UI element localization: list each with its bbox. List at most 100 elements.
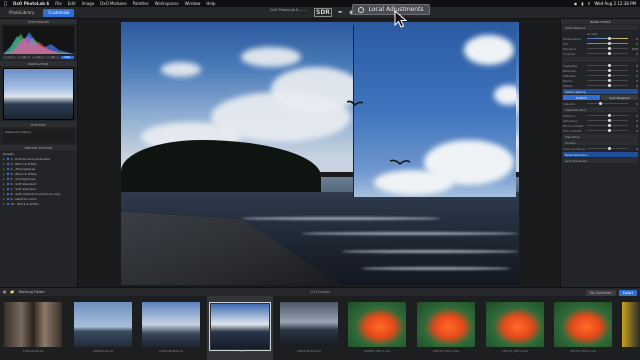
slider-value[interactable]: 0 bbox=[630, 42, 638, 46]
slider-knob[interactable] bbox=[607, 68, 611, 73]
highlights-slider[interactable] bbox=[587, 63, 628, 68]
folder-icon[interactable]: 📁 bbox=[10, 290, 14, 294]
preset-item[interactable]: ▸ 10 - Black & White bbox=[3, 201, 74, 206]
noise-reduction-header[interactable]: Noise Reduction bbox=[563, 152, 638, 157]
menu-clock[interactable]: Wed Aug 2 12:38 PM bbox=[594, 1, 636, 6]
contrast-slider[interactable] bbox=[587, 51, 628, 56]
channel-r[interactable]: R bbox=[17, 56, 31, 59]
sdr-toggle[interactable]: SDR bbox=[314, 8, 332, 17]
channel-l[interactable]: L bbox=[3, 56, 17, 59]
slider-value[interactable]: 0 bbox=[630, 79, 638, 83]
menu-edit[interactable]: Edit bbox=[68, 1, 76, 6]
menu-app-name[interactable]: DxO PhotoLab 6 bbox=[13, 1, 49, 6]
shadows-slider[interactable] bbox=[587, 73, 628, 78]
temperature-slider[interactable] bbox=[587, 36, 628, 41]
slider-value[interactable]: 0 bbox=[630, 37, 638, 41]
image-viewer[interactable] bbox=[78, 19, 560, 287]
fine-contrast-slider[interactable] bbox=[587, 128, 628, 133]
smart-lighting-header[interactable]: Smart Lighting bbox=[563, 89, 638, 94]
slider-knob[interactable] bbox=[607, 36, 611, 41]
tab-customize[interactable]: Customize bbox=[43, 8, 75, 17]
dropper-icon[interactable]: ✒ bbox=[338, 9, 343, 16]
mode-spot-button[interactable]: Spot Weighted bbox=[601, 95, 638, 100]
micro-contrast-slider[interactable] bbox=[587, 123, 628, 128]
thumbnail[interactable] bbox=[142, 302, 200, 347]
vignetting-header[interactable]: Vignetting bbox=[563, 134, 638, 139]
basic-tools-title[interactable]: BASIC TOOLS bbox=[561, 19, 640, 24]
thumbnail[interactable] bbox=[554, 302, 612, 347]
export-button[interactable]: Export bbox=[618, 289, 637, 296]
thumbnail[interactable] bbox=[4, 302, 62, 347]
color-rendering-slider[interactable] bbox=[587, 146, 628, 151]
slider-value[interactable]: 0 bbox=[630, 74, 638, 78]
slider-value[interactable]: 0 bbox=[630, 84, 638, 88]
tab-photolibrary[interactable]: PhotoLibrary bbox=[4, 9, 39, 17]
history-item[interactable]: Advanced history bbox=[5, 130, 31, 134]
slider-value[interactable]: 0 bbox=[630, 52, 638, 56]
wb-setting-dropdown[interactable]: As Shot bbox=[587, 32, 598, 36]
slider-value[interactable]: 0 bbox=[630, 114, 638, 118]
saturation-slider[interactable] bbox=[587, 118, 628, 123]
battery-icon[interactable]: ▮ bbox=[581, 1, 583, 6]
channel-b[interactable]: B bbox=[46, 56, 60, 59]
project-button[interactable]: My Collection bbox=[586, 289, 616, 296]
lens-sharpness-header[interactable]: Lens Sharpness bbox=[563, 158, 638, 163]
midtones-slider[interactable] bbox=[587, 68, 628, 73]
local-adjustment-preview[interactable] bbox=[353, 25, 516, 197]
slider-knob[interactable] bbox=[607, 123, 611, 128]
menu-image[interactable]: Image bbox=[82, 1, 95, 6]
thumbnail[interactable] bbox=[348, 302, 406, 347]
slider-knob[interactable] bbox=[607, 146, 611, 151]
blacks-slider[interactable] bbox=[587, 78, 628, 83]
whites-slider[interactable] bbox=[587, 83, 628, 88]
slider-knob[interactable] bbox=[607, 128, 611, 133]
thumbnail[interactable] bbox=[280, 302, 338, 347]
channel-rgb[interactable]: RGB bbox=[60, 56, 75, 59]
vibrancy-slider[interactable] bbox=[587, 113, 628, 118]
slider-value[interactable]: 0 bbox=[630, 64, 638, 68]
menu-window[interactable]: Window bbox=[185, 1, 201, 6]
thumbnail-selected[interactable] bbox=[209, 302, 271, 351]
slider-knob[interactable] bbox=[607, 51, 611, 56]
channel-g[interactable]: G bbox=[31, 56, 46, 59]
clearview-header[interactable]: ClearView Plus bbox=[563, 107, 638, 112]
tone-header[interactable] bbox=[563, 57, 638, 62]
slider-value[interactable]: 0.00 bbox=[630, 47, 638, 51]
slider-value[interactable]: 0 bbox=[630, 124, 638, 128]
menu-dxo-modules[interactable]: DxO Modules bbox=[100, 1, 127, 6]
slider-knob[interactable] bbox=[607, 73, 611, 78]
slider-knob[interactable] bbox=[607, 113, 611, 118]
local-adjustments-button[interactable]: Local Adjustments bbox=[352, 4, 430, 15]
slider-value[interactable]: 0 bbox=[630, 102, 638, 106]
menu-workspaces[interactable]: Workspaces bbox=[155, 1, 179, 6]
slider-knob[interactable] bbox=[607, 78, 611, 83]
tint-slider[interactable] bbox=[587, 41, 628, 46]
slider-value[interactable]: 0 bbox=[630, 129, 638, 133]
horizon-header[interactable]: Horizon bbox=[563, 140, 638, 145]
white-balance-header[interactable]: White Balance bbox=[563, 25, 638, 30]
slider-value[interactable]: 0 bbox=[630, 119, 638, 123]
slider-knob[interactable] bbox=[607, 46, 611, 51]
intensity-slider[interactable] bbox=[587, 101, 628, 106]
thumbnail[interactable] bbox=[74, 302, 132, 347]
slider-value[interactable]: 0 bbox=[630, 147, 638, 151]
apple-menu-icon[interactable]:  bbox=[4, 1, 7, 7]
slider-value[interactable]: 0 bbox=[630, 69, 638, 73]
mode-uniform-button[interactable]: Uniform bbox=[563, 95, 600, 100]
slider-knob[interactable] bbox=[607, 63, 611, 68]
thumbnail[interactable] bbox=[417, 302, 475, 347]
slider-knob[interactable] bbox=[607, 41, 611, 46]
menu-file[interactable]: File bbox=[55, 1, 62, 6]
wifi-icon[interactable]: ◉ bbox=[574, 1, 578, 6]
slider-knob[interactable] bbox=[599, 101, 603, 106]
thumbnail[interactable] bbox=[486, 302, 544, 347]
search-icon[interactable]: ⚲ bbox=[588, 1, 591, 6]
main-photo[interactable] bbox=[121, 22, 519, 285]
menu-palettes[interactable]: Palettes bbox=[133, 1, 149, 6]
navigator-preview[interactable] bbox=[3, 68, 74, 120]
slider-knob[interactable] bbox=[607, 118, 611, 123]
thumbnail-partial[interactable] bbox=[622, 302, 640, 347]
working-folder-label[interactable]: Working Folder bbox=[19, 290, 45, 294]
grid-view-icon[interactable]: ▦ bbox=[3, 290, 6, 294]
menu-help[interactable]: Help bbox=[206, 1, 215, 6]
